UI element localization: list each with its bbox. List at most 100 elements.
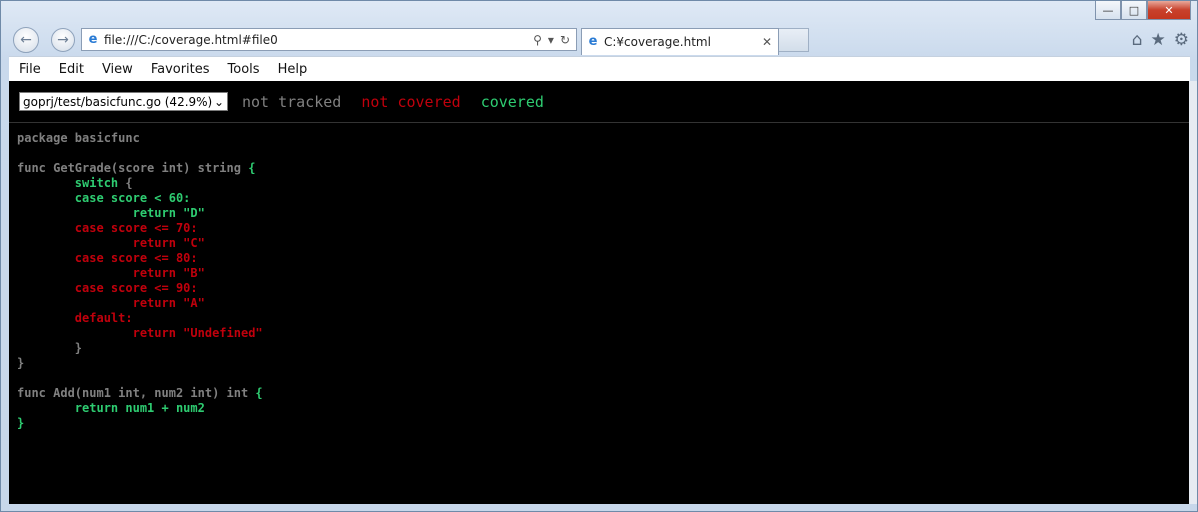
tab-ie-icon: e <box>588 34 598 49</box>
refresh-icon[interactable]: ↻ <box>560 33 570 47</box>
code-segment: switch <box>74 176 119 190</box>
code-segment: return "D" <box>132 206 205 220</box>
code-segment: { <box>118 176 133 190</box>
code-segment: case score <= 80: <box>74 251 198 265</box>
code-line: package basicfunc <box>17 131 1190 146</box>
code-line: case score <= 80: <box>17 251 1190 266</box>
maximize-icon: □ <box>1128 3 1140 17</box>
back-button[interactable]: ← <box>13 27 39 53</box>
toolbar-icons: ⌂ ★ ⚙ <box>1132 30 1189 50</box>
forward-button[interactable]: → <box>51 28 75 52</box>
gear-icon[interactable]: ⚙ <box>1174 30 1189 50</box>
legend-not-tracked: not tracked <box>242 92 342 111</box>
search-icon[interactable]: ⚲ <box>533 33 542 47</box>
code-line: func GetGrade(score int) string { <box>17 161 1190 176</box>
code-segment: package basicfunc <box>17 131 140 145</box>
code-line: return "C" <box>17 236 1190 251</box>
tab-title: C:¥coverage.html <box>604 35 711 49</box>
code-line: case score <= 70: <box>17 221 1190 236</box>
code-segment: } <box>17 416 25 430</box>
tab-coverage[interactable]: e C:¥coverage.html ✕ <box>581 28 779 55</box>
code-segment: return "A" <box>132 296 205 310</box>
code-line: switch { <box>17 176 1190 191</box>
ie-page-icon: e <box>88 31 98 47</box>
code-segment: return "C" <box>132 236 205 250</box>
browser-window: — □ ✕ ← → e file:///C:/coverage.html#fil… <box>0 0 1198 512</box>
menu-help[interactable]: Help <box>269 62 317 77</box>
back-arrow-icon: ← <box>20 32 32 48</box>
close-icon: ✕ <box>1164 3 1174 17</box>
code-segment: case score <= 90: <box>74 281 198 295</box>
menu-file[interactable]: File <box>9 62 50 77</box>
address-bar[interactable]: e file:///C:/coverage.html#file0 ⚲ ▾ ↻ <box>81 28 577 51</box>
coverage-topbar: goprj/test/basicfunc.go (42.9%) ⌄ not tr… <box>9 81 1190 123</box>
code-segment: return "B" <box>132 266 205 280</box>
code-segment: { <box>248 161 256 175</box>
code-line: return num1 + num2 <box>17 401 1190 416</box>
close-window-button[interactable]: ✕ <box>1147 1 1191 20</box>
code-line: } <box>17 341 1190 356</box>
address-text[interactable]: file:///C:/coverage.html#file0 <box>104 33 533 47</box>
code-line: } <box>17 356 1190 371</box>
code-line: case score <= 90: <box>17 281 1190 296</box>
code-segment: { <box>255 386 263 400</box>
code-line: return "B" <box>17 266 1190 281</box>
menu-edit[interactable]: Edit <box>50 62 93 77</box>
code-segment: } <box>17 356 25 370</box>
code-line: default: <box>17 311 1190 326</box>
window-bottom-border <box>1 504 1197 511</box>
dropdown-icon[interactable]: ▾ <box>548 33 554 47</box>
code-line: case score < 60: <box>17 191 1190 206</box>
home-icon[interactable]: ⌂ <box>1132 30 1143 50</box>
page-content: goprj/test/basicfunc.go (42.9%) ⌄ not tr… <box>9 81 1190 506</box>
code-line: return "D" <box>17 206 1190 221</box>
code-segment: case score < 60: <box>74 191 191 205</box>
minimize-icon: — <box>1102 3 1114 17</box>
code-line: func Add(num1 int, num2 int) int { <box>17 386 1190 401</box>
legend-covered: covered <box>480 92 544 111</box>
tab-close-icon[interactable]: ✕ <box>762 35 772 49</box>
navigation-bar: ← → e file:///C:/coverage.html#file0 ⚲ ▾… <box>1 25 1197 55</box>
code-segment: func Add(num1 int, num2 int) int <box>17 386 256 400</box>
code-segment: } <box>17 341 83 355</box>
code-segment: case score <= 70: <box>74 221 198 235</box>
menu-favorites[interactable]: Favorites <box>142 62 219 77</box>
code-line: ​ <box>17 146 1190 161</box>
chevron-down-icon: ⌄ <box>213 94 224 109</box>
window-controls: — □ ✕ <box>1095 1 1191 20</box>
code-line: return "A" <box>17 296 1190 311</box>
title-bar: — □ ✕ <box>1 1 1197 25</box>
minimize-button[interactable]: — <box>1095 1 1121 20</box>
menu-tools[interactable]: Tools <box>219 62 269 77</box>
code-segment: return num1 + num2 <box>74 401 205 415</box>
code-segment: default: <box>74 311 133 325</box>
legend-not-covered: not covered <box>361 92 461 111</box>
code-segment: func GetGrade(score int) string <box>17 161 249 175</box>
forward-arrow-icon: → <box>57 32 69 48</box>
code-line: } <box>17 416 1190 431</box>
source-code: package basicfunc​func GetGrade(score in… <box>9 123 1190 431</box>
maximize-button[interactable]: □ <box>1121 1 1147 20</box>
file-select-value: goprj/test/basicfunc.go (42.9%) <box>23 94 213 109</box>
new-tab-button[interactable] <box>779 28 809 52</box>
code-line: ​ <box>17 371 1190 386</box>
vertical-scrollbar[interactable] <box>1189 81 1197 506</box>
file-select[interactable]: goprj/test/basicfunc.go (42.9%) ⌄ <box>19 92 228 111</box>
menu-view[interactable]: View <box>93 62 142 77</box>
code-line: return "Undefined" <box>17 326 1190 341</box>
menu-bar: File Edit View Favorites Tools Help <box>9 56 1190 81</box>
address-tools: ⚲ ▾ ↻ <box>533 33 570 47</box>
favorites-star-icon[interactable]: ★ <box>1151 30 1166 50</box>
